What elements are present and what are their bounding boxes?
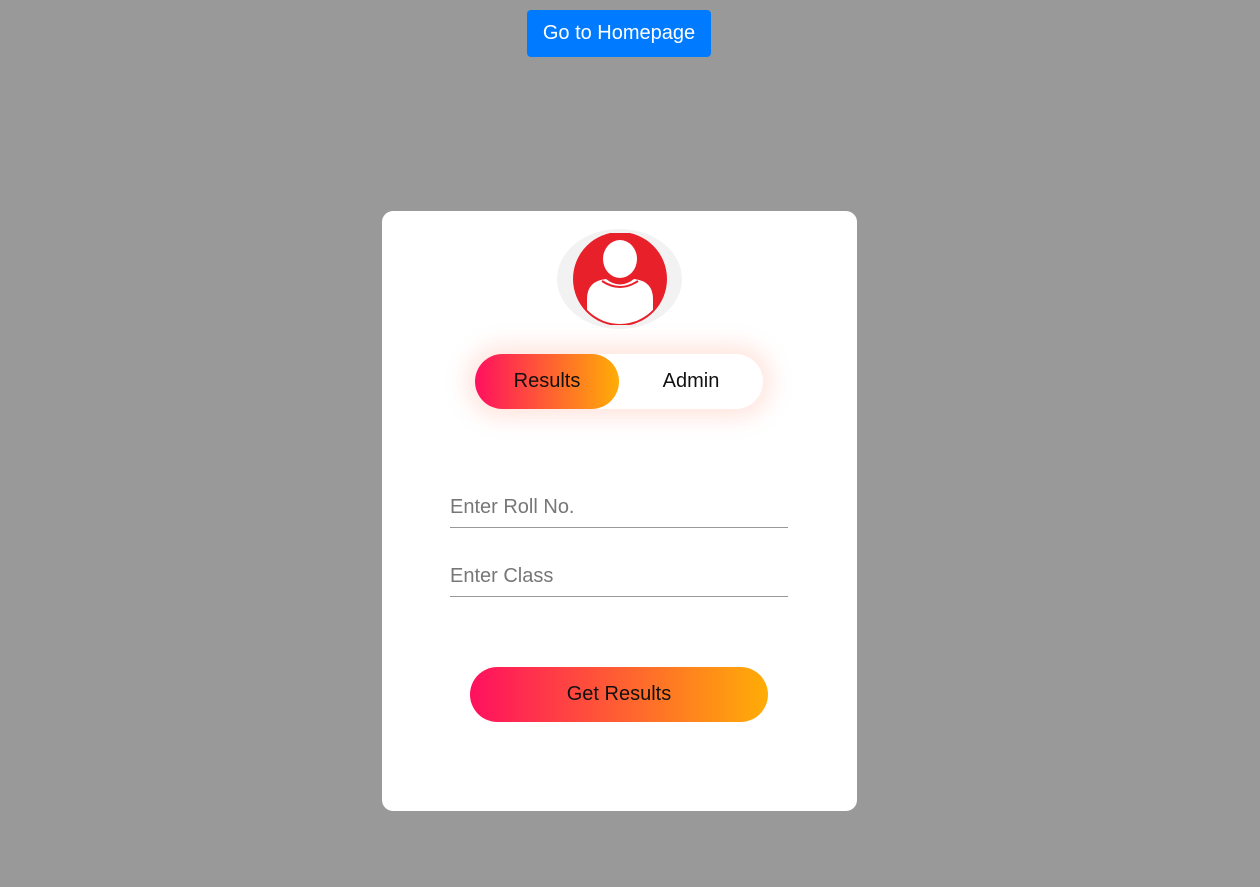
mode-toggle: Results Admin bbox=[475, 354, 763, 409]
avatar bbox=[557, 229, 682, 329]
login-card: Results Admin Get Results bbox=[382, 211, 857, 811]
tab-results[interactable]: Results bbox=[475, 354, 619, 409]
tab-admin[interactable]: Admin bbox=[619, 354, 763, 409]
user-avatar-icon bbox=[572, 233, 667, 325]
get-results-button[interactable]: Get Results bbox=[470, 667, 768, 722]
class-input[interactable] bbox=[450, 557, 788, 597]
roll-number-input[interactable] bbox=[450, 488, 788, 528]
go-to-homepage-button[interactable]: Go to Homepage bbox=[527, 10, 711, 57]
